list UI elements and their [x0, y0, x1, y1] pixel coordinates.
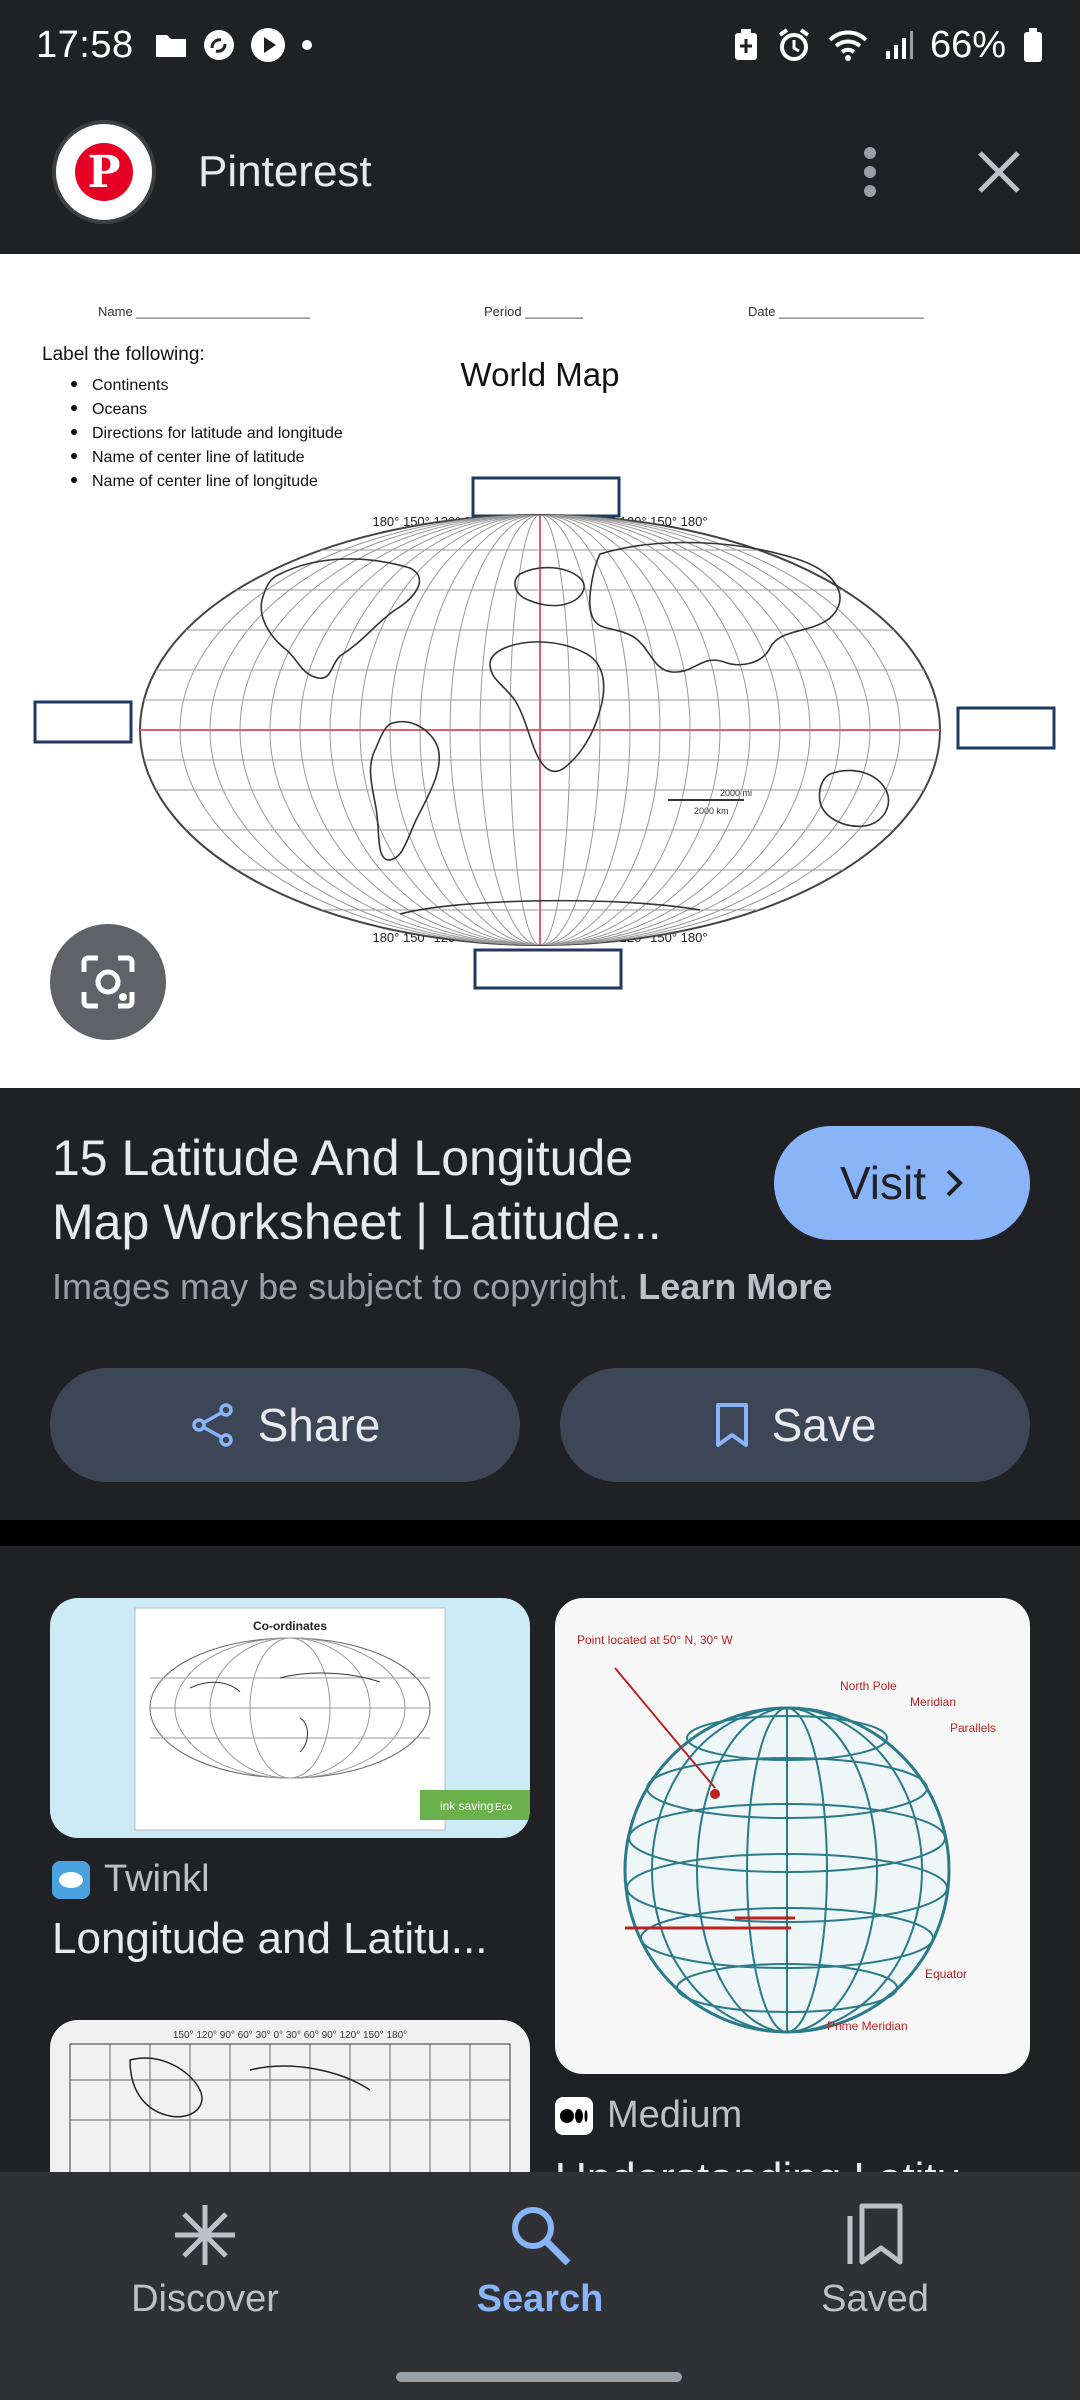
period-label: Period ________: [484, 304, 584, 319]
share-button[interactable]: Share: [50, 1368, 520, 1482]
source-name: Twinkl: [104, 1858, 210, 1900]
share-label: Share: [257, 1399, 381, 1451]
source-medium[interactable]: Medium: [555, 2094, 742, 2137]
instruction-item: Continents: [92, 377, 169, 394]
related-title[interactable]: Understanding Latitu...: [555, 2154, 1025, 2172]
related-title[interactable]: Longitude and Latitu...: [52, 1914, 522, 1964]
battery-percent: 66%: [929, 23, 1006, 66]
status-bar: 17:58 66%: [0, 0, 1080, 90]
meridian-label: Meridian: [910, 1695, 956, 1709]
map-title: World Map: [461, 356, 620, 393]
medium-logo-icon: [555, 2096, 593, 2135]
related-image-twinkl[interactable]: Co-ordinates ink saving Eco: [50, 1598, 530, 1838]
nav-saved[interactable]: Saved: [745, 2202, 1005, 2321]
scale-km: 2000 km: [694, 806, 729, 816]
search-icon: [512, 2207, 571, 2266]
source-twinkl[interactable]: Twinkl: [52, 1858, 210, 1901]
eco-badge-tag: Eco: [495, 1802, 513, 1813]
globe-diagram-thumb: Point located at 50° N, 30° W North Pole…: [577, 1633, 996, 2034]
north-pole-label: North Pole: [840, 1679, 897, 1693]
related-results: Co-ordinates ink saving Eco Twinkl Longi…: [0, 1546, 1080, 2172]
signal-icon: [885, 31, 913, 59]
header-title: Pinterest: [198, 147, 372, 196]
prime-meridian-label: Prime Meridian: [827, 2019, 908, 2033]
scale-mi: 2000 mi: [720, 788, 752, 798]
thumb-heading: Co-ordinates: [253, 1619, 327, 1633]
label-box-bottom: [473, 948, 623, 990]
visit-button[interactable]: Visit: [774, 1126, 1030, 1240]
thumb-ticks: 150° 120° 90° 60° 30° 0° 30° 60° 90° 120…: [173, 2030, 407, 2041]
nav-search-label: Search: [476, 2278, 604, 2320]
battery-saver-icon: [734, 29, 757, 60]
home-indicator[interactable]: [396, 2372, 682, 2382]
bookmark-icon: [715, 1403, 748, 1447]
pinterest-logo[interactable]: P: [52, 120, 156, 224]
more-options-icon[interactable]: [860, 146, 880, 198]
source-name: Medium: [607, 2094, 743, 2136]
system-indicators: 66%: [732, 24, 1044, 67]
date-label: Date ____________________: [748, 304, 924, 319]
battery-icon: [1024, 28, 1042, 62]
copyright-text: Images may be subject to copyright.: [52, 1266, 629, 1307]
dot-icon: [301, 40, 312, 50]
equator-label: Equator: [925, 1967, 967, 1981]
label-box-top: [471, 476, 621, 518]
chevron-right-icon: [946, 1169, 963, 1197]
sync-app-icon: [203, 30, 234, 60]
instructions-heading: Label the following:: [42, 344, 205, 365]
lens-camera-icon: [81, 955, 135, 1009]
bottom-navigation: Discover Search Saved: [0, 2172, 1080, 2400]
instruction-item: Directions for latitude and longitude: [92, 425, 343, 442]
folder-icon: [155, 35, 186, 57]
instruction-item: Oceans: [92, 401, 147, 418]
save-button[interactable]: Save: [560, 1368, 1030, 1482]
map-graticule: 2000 mi 2000 km: [139, 514, 941, 946]
notification-icons: [154, 27, 314, 63]
save-label: Save: [771, 1399, 877, 1451]
parallels-label: Parallels: [950, 1721, 996, 1735]
label-box-left: [33, 700, 133, 744]
share-icon: [191, 1403, 233, 1447]
eco-badge: ink saving: [440, 1799, 493, 1813]
nav-saved-label: Saved: [821, 2278, 929, 2320]
bookmarks-icon: [847, 2203, 903, 2265]
visit-label: Visit: [839, 1157, 927, 1209]
pinterest-p-icon: P: [75, 143, 133, 201]
asterisk-icon: [175, 2205, 235, 2265]
instruction-item: Name of center line of latitude: [92, 449, 305, 466]
world-map-grid-thumb: 150° 120° 90° 60° 30° 0° 30° 60° 90° 120…: [69, 2030, 511, 2172]
wifi-icon: [828, 30, 868, 61]
label-box-right: [956, 706, 1056, 750]
learn-more-link[interactable]: Learn More: [638, 1266, 832, 1307]
alarm-icon: [778, 28, 810, 61]
instructions-list: Continents Oceans Directions for latitud…: [71, 377, 343, 490]
related-image-world-map[interactable]: 150° 120° 90° 60° 30° 0° 30° 60° 90° 120…: [50, 2020, 530, 2172]
play-icon: [250, 28, 285, 62]
nav-search[interactable]: Search: [410, 2202, 670, 2321]
lens-search-button[interactable]: [50, 924, 166, 1040]
coordinates-worksheet-thumb: Co-ordinates ink saving Eco: [134, 1607, 530, 1831]
name-label: Name ________________________: [98, 304, 311, 319]
result-title[interactable]: 15 Latitude And Longitude Map Worksheet …: [52, 1126, 732, 1254]
twinkl-logo-icon: [52, 1860, 90, 1899]
copyright-notice: Images may be subject to copyright. Lear…: [52, 1266, 832, 1308]
close-icon[interactable]: [976, 149, 1022, 195]
app-header: P Pinterest: [0, 90, 1080, 254]
status-time: 17:58: [36, 23, 134, 66]
result-info: 15 Latitude And Longitude Map Worksheet …: [0, 1088, 1080, 1520]
point-label: Point located at 50° N, 30° W: [577, 1633, 733, 1647]
instruction-item: Name of center line of longitude: [92, 473, 318, 490]
section-divider: [0, 1520, 1080, 1546]
nav-discover-label: Discover: [131, 2278, 279, 2320]
related-image-medium[interactable]: Point located at 50° N, 30° W North Pole…: [555, 1598, 1030, 2074]
nav-discover[interactable]: Discover: [75, 2202, 335, 2321]
